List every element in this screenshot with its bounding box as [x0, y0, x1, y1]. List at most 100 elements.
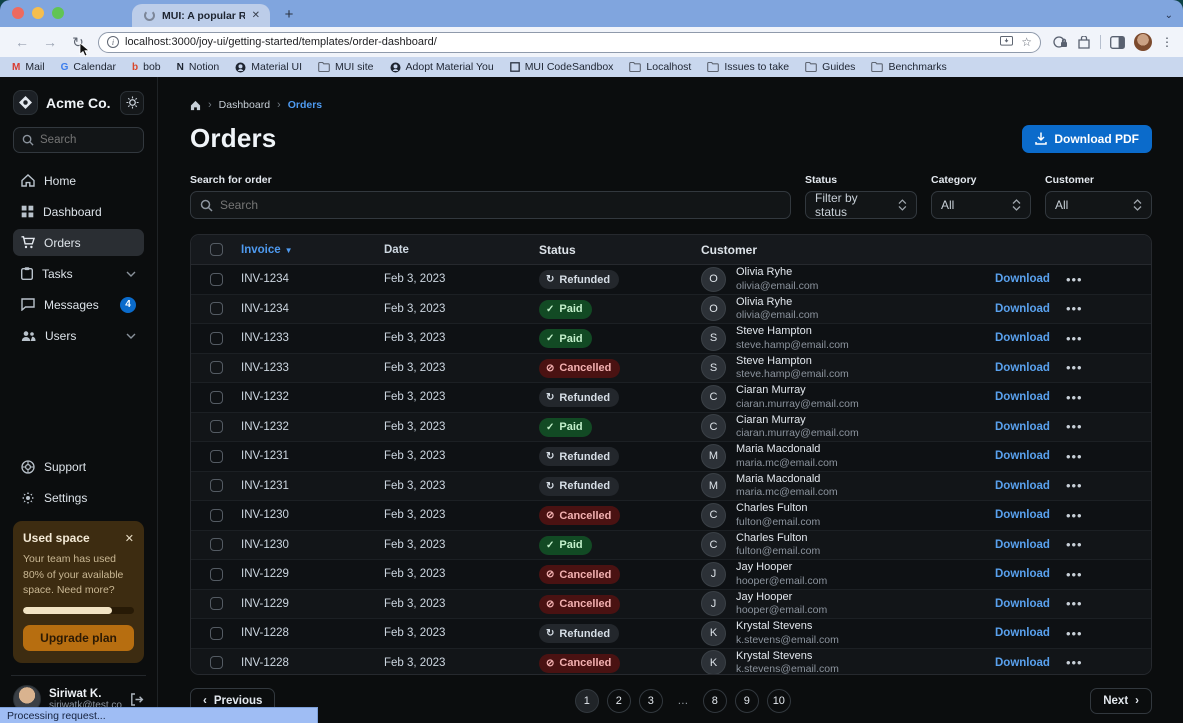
- logout-icon[interactable]: [130, 693, 144, 706]
- extensions-icon[interactable]: [1077, 36, 1091, 49]
- bookmark-item[interactable]: MUI site: [318, 61, 374, 73]
- row-menu-icon[interactable]: •••: [1066, 360, 1083, 375]
- sidebar-search-input[interactable]: [13, 127, 144, 153]
- sidebar-item-dashboard[interactable]: Dashboard: [13, 198, 144, 225]
- page-button-9[interactable]: 9: [735, 689, 759, 713]
- status-filter-select[interactable]: Filter by status: [805, 191, 917, 219]
- home-icon[interactable]: [190, 100, 201, 111]
- download-link[interactable]: Download: [995, 362, 1050, 374]
- row-checkbox[interactable]: [210, 509, 223, 522]
- tab-search-chevron-icon[interactable]: ⌄: [1165, 10, 1173, 21]
- bookmark-item[interactable]: N Notion: [177, 61, 220, 73]
- back-button[interactable]: ←: [10, 30, 34, 54]
- download-link[interactable]: Download: [995, 421, 1050, 433]
- row-menu-icon[interactable]: •••: [1066, 390, 1083, 405]
- row-menu-icon[interactable]: •••: [1066, 331, 1083, 346]
- download-link[interactable]: Download: [995, 450, 1050, 462]
- order-search-input[interactable]: [190, 191, 791, 219]
- bookmark-star-icon[interactable]: ☆: [1021, 35, 1032, 49]
- row-checkbox[interactable]: [210, 273, 223, 286]
- sidebar-item-support[interactable]: Support: [13, 453, 144, 480]
- row-menu-icon[interactable]: •••: [1066, 567, 1083, 582]
- row-checkbox[interactable]: [210, 302, 223, 315]
- row-menu-icon[interactable]: •••: [1066, 596, 1083, 611]
- bookmark-item[interactable]: M Mail: [12, 61, 45, 73]
- row-menu-icon[interactable]: •••: [1066, 655, 1083, 670]
- bookmark-item[interactable]: Benchmarks: [871, 61, 946, 73]
- row-checkbox[interactable]: [210, 391, 223, 404]
- tab-close-icon[interactable]: ✕: [252, 10, 260, 21]
- row-checkbox[interactable]: [210, 568, 223, 581]
- page-button-8[interactable]: 8: [703, 689, 727, 713]
- customer-filter-select[interactable]: All: [1045, 191, 1152, 219]
- zoom-window-button[interactable]: [52, 7, 64, 19]
- bookmark-item[interactable]: Guides: [805, 61, 855, 73]
- row-checkbox[interactable]: [210, 361, 223, 374]
- row-checkbox[interactable]: [210, 656, 223, 669]
- category-filter-select[interactable]: All: [931, 191, 1031, 219]
- sidebar-item-orders[interactable]: Orders: [13, 229, 144, 256]
- install-app-icon[interactable]: [1000, 36, 1013, 48]
- download-link[interactable]: Download: [995, 627, 1050, 639]
- site-permissions-icon[interactable]: [1053, 35, 1068, 49]
- bookmark-item[interactable]: G Calendar: [61, 61, 116, 73]
- sidebar-item-messages[interactable]: Messages 4: [13, 291, 144, 318]
- bookmark-item[interactable]: Adopt Material You: [390, 61, 494, 73]
- new-tab-button[interactable]: +: [278, 3, 300, 25]
- bookmark-item[interactable]: Material UI: [235, 61, 302, 73]
- next-page-button[interactable]: Next ›: [1090, 688, 1152, 714]
- row-menu-icon[interactable]: •••: [1066, 537, 1083, 552]
- bookmark-item[interactable]: b bob: [132, 61, 161, 73]
- download-link[interactable]: Download: [995, 332, 1050, 344]
- sidebar-search-field[interactable]: [40, 134, 130, 146]
- sidebar-item-tasks[interactable]: Tasks: [13, 260, 144, 287]
- select-all-checkbox[interactable]: [210, 243, 223, 256]
- row-checkbox[interactable]: [210, 479, 223, 492]
- row-menu-icon[interactable]: •••: [1066, 626, 1083, 641]
- download-link[interactable]: Download: [995, 657, 1050, 669]
- upgrade-plan-button[interactable]: Upgrade plan: [23, 625, 134, 651]
- download-link[interactable]: Download: [995, 480, 1050, 492]
- row-checkbox[interactable]: [210, 538, 223, 551]
- download-link[interactable]: Download: [995, 391, 1050, 403]
- forward-button[interactable]: →: [38, 30, 62, 54]
- sidebar-item-settings[interactable]: Settings: [13, 484, 144, 511]
- close-window-button[interactable]: [12, 7, 24, 19]
- download-link[interactable]: Download: [995, 303, 1050, 315]
- row-menu-icon[interactable]: •••: [1066, 419, 1083, 434]
- breadcrumb-dashboard[interactable]: Dashboard: [219, 99, 270, 111]
- row-checkbox[interactable]: [210, 332, 223, 345]
- profile-avatar[interactable]: [1134, 33, 1152, 51]
- column-invoice[interactable]: Invoice▼: [241, 244, 384, 256]
- download-link[interactable]: Download: [995, 509, 1050, 521]
- bookmark-item[interactable]: Issues to take: [707, 61, 789, 73]
- row-checkbox[interactable]: [210, 420, 223, 433]
- page-button-1[interactable]: 1: [575, 689, 599, 713]
- close-icon[interactable]: ✕: [125, 532, 134, 545]
- download-pdf-button[interactable]: Download PDF: [1022, 125, 1152, 153]
- download-link[interactable]: Download: [995, 598, 1050, 610]
- color-scheme-toggle-button[interactable]: [120, 91, 144, 115]
- page-button-3[interactable]: 3: [639, 689, 663, 713]
- site-info-icon[interactable]: i: [107, 36, 119, 48]
- page-button-2[interactable]: 2: [607, 689, 631, 713]
- bookmark-item[interactable]: Localhost: [629, 61, 691, 73]
- row-menu-icon[interactable]: •••: [1066, 272, 1083, 287]
- row-menu-icon[interactable]: •••: [1066, 449, 1083, 464]
- order-search-field[interactable]: [220, 198, 781, 212]
- row-checkbox[interactable]: [210, 450, 223, 463]
- page-button-10[interactable]: 10: [767, 689, 791, 713]
- browser-menu-icon[interactable]: ⋮: [1161, 35, 1173, 49]
- browser-tab[interactable]: MUI: A popular React UI fram ✕: [132, 4, 270, 27]
- minimize-window-button[interactable]: [32, 7, 44, 19]
- side-panel-icon[interactable]: [1110, 36, 1125, 49]
- download-link[interactable]: Download: [995, 539, 1050, 551]
- bookmark-item[interactable]: MUI CodeSandbox: [510, 61, 614, 73]
- reload-button[interactable]: ↻: [66, 30, 90, 54]
- download-link[interactable]: Download: [995, 568, 1050, 580]
- window-controls[interactable]: [0, 7, 74, 27]
- row-menu-icon[interactable]: •••: [1066, 301, 1083, 316]
- row-checkbox[interactable]: [210, 597, 223, 610]
- url-text[interactable]: localhost:3000/joy-ui/getting-started/te…: [125, 36, 994, 48]
- row-menu-icon[interactable]: •••: [1066, 478, 1083, 493]
